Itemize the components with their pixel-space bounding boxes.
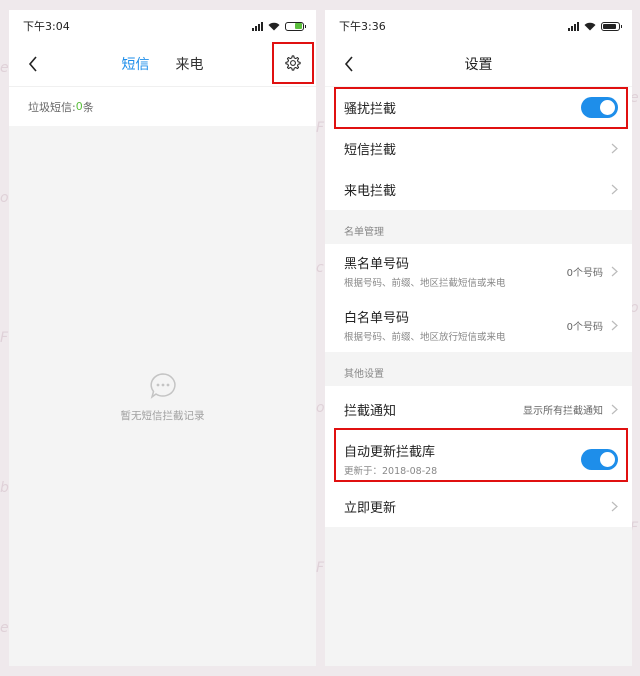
intercept-group: 骚扰拦截 短信拦截 来电拦截 xyxy=(325,87,632,210)
row-subtitle: 更新于：2018-08-28 xyxy=(344,466,438,477)
status-bar: 下午3:04 xyxy=(9,10,316,42)
spam-sms-summary[interactable]: 垃圾短信: 0 条 xyxy=(9,86,316,126)
left-phone-screen: 下午3:04 短信 来电 垃圾短信: 0 条 暂无短信拦截记录 xyxy=(9,10,316,666)
row-subtitle: 根据号码、前缀、地区拦截短信或来电 xyxy=(344,278,506,289)
empty-state: 暂无短信拦截记录 xyxy=(9,126,316,666)
spam-count: 0 xyxy=(75,100,83,113)
right-phone-screen: 下午3:36 设置 骚扰拦截 短信拦截 来电拦截 名单管理 黑名单号码 根据号码… xyxy=(325,10,632,666)
blacklist-count: 0个号码 xyxy=(566,267,603,279)
update-now-row[interactable]: 立即更新 xyxy=(325,486,632,527)
status-time: 下午3:04 xyxy=(23,20,70,33)
other-settings-group: 拦截通知 显示所有拦截通知 自动更新拦截库 更新于：2018-08-28 立即更… xyxy=(325,386,632,527)
tab-sms[interactable]: 短信 xyxy=(122,54,150,74)
chevron-right-icon xyxy=(611,184,618,195)
auto-update-toggle[interactable] xyxy=(581,448,618,470)
page-title: 设置 xyxy=(464,57,493,73)
signal-icon xyxy=(568,21,579,31)
chevron-right-icon xyxy=(611,404,618,414)
harassment-intercept-toggle[interactable] xyxy=(581,97,618,118)
chat-bubble-icon xyxy=(149,373,176,399)
blacklist-row[interactable]: 黑名单号码 根据号码、前缀、地区拦截短信或来电 0个号码 xyxy=(325,244,632,298)
spam-unit: 条 xyxy=(82,100,94,114)
harassment-intercept-row[interactable]: 骚扰拦截 xyxy=(325,87,632,128)
nav-bar: 短信 来电 xyxy=(9,42,316,86)
chevron-right-icon xyxy=(611,266,618,276)
row-title: 来电拦截 xyxy=(344,184,397,199)
row-title: 白名单号码 xyxy=(344,311,410,326)
chevron-right-icon xyxy=(611,501,618,512)
call-intercept-row[interactable]: 来电拦截 xyxy=(325,169,632,210)
row-title: 拦截通知 xyxy=(344,403,397,419)
section-header-other: 其他设置 xyxy=(325,352,632,386)
tab-calls[interactable]: 来电 xyxy=(176,54,204,74)
empty-state-text: 暂无短信拦截记录 xyxy=(120,410,205,422)
row-subtitle: 根据号码、前缀、地区放行短信或来电 xyxy=(344,332,506,343)
list-management-group: 黑名单号码 根据号码、前缀、地区拦截短信或来电 0个号码 白名单号码 根据号码、… xyxy=(325,244,632,352)
tab-bar: 短信 来电 xyxy=(9,42,316,86)
row-title: 黑名单号码 xyxy=(344,257,410,272)
wifi-icon xyxy=(268,22,280,30)
status-icons xyxy=(568,21,622,31)
row-title: 自动更新拦截库 xyxy=(344,445,436,460)
settings-button[interactable] xyxy=(272,42,314,84)
sms-intercept-row[interactable]: 短信拦截 xyxy=(325,128,632,169)
status-icons xyxy=(252,21,306,31)
battery-charging-icon xyxy=(285,21,306,31)
intercept-notification-row[interactable]: 拦截通知 显示所有拦截通知 xyxy=(325,386,632,432)
row-title: 短信拦截 xyxy=(344,143,397,158)
nav-bar: 设置 xyxy=(325,42,632,86)
status-bar: 下午3:36 xyxy=(325,10,632,42)
signal-icon xyxy=(252,21,263,31)
gear-icon xyxy=(285,55,301,71)
status-time: 下午3:36 xyxy=(339,20,386,33)
spam-label: 垃圾短信: xyxy=(28,100,76,114)
row-title: 骚扰拦截 xyxy=(344,102,397,117)
notification-value: 显示所有拦截通知 xyxy=(523,405,603,417)
chevron-right-icon xyxy=(611,320,618,330)
whitelist-row[interactable]: 白名单号码 根据号码、前缀、地区放行短信或来电 0个号码 xyxy=(325,298,632,352)
battery-icon xyxy=(601,21,622,31)
section-header-list: 名单管理 xyxy=(325,210,632,244)
wifi-icon xyxy=(584,22,596,30)
row-title: 立即更新 xyxy=(344,501,397,516)
chevron-right-icon xyxy=(611,143,618,154)
auto-update-row[interactable]: 自动更新拦截库 更新于：2018-08-28 xyxy=(325,432,632,486)
whitelist-count: 0个号码 xyxy=(566,321,603,333)
